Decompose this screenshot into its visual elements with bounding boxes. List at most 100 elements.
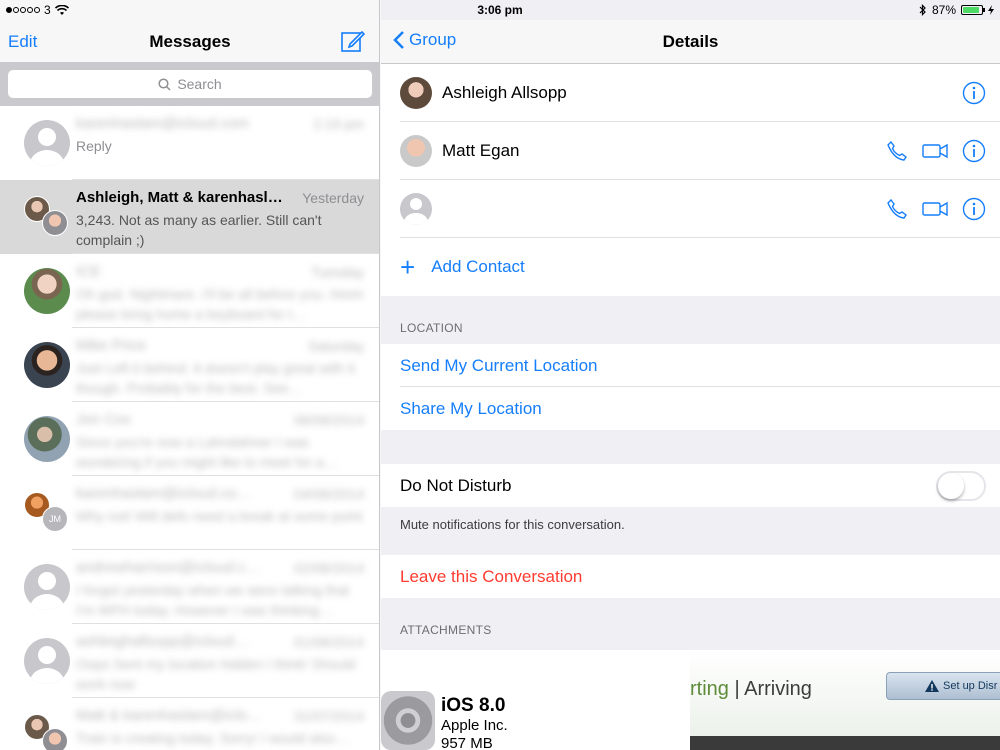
avatar [400, 135, 432, 167]
details-pane: Group Details Ashleigh Allsopp Matt Egan [381, 0, 1000, 750]
conversation-preview: Since you're now a Lahndahner I was wond… [76, 434, 338, 470]
avatar [24, 416, 70, 462]
info-icon[interactable] [962, 139, 986, 163]
add-contact-button[interactable]: Add Contact [431, 257, 525, 277]
participant-name: Matt Egan [442, 141, 520, 160]
conversation-time: Saturday [307, 338, 364, 354]
list-item[interactable]: JM karenhaslam@icloud.co… 04/08/2014 Why no… [0, 476, 379, 550]
phone-icon[interactable] [886, 140, 908, 162]
send-current-location-link[interactable]: Send My Current Location [400, 356, 598, 376]
list-item[interactable]: ashleighallsopp@icloud… 01/08/2014 Oops Se… [0, 624, 379, 698]
attachment-screenshot[interactable]: rting | Arriving Set up Disr [690, 650, 1000, 750]
messages-pane: Edit Messages Search karenhaslam@icloud.… [0, 0, 380, 750]
search-bar: Search [0, 62, 379, 106]
conversation-time: 02/08/2014 [293, 560, 364, 576]
avatar [24, 638, 70, 684]
details-title: Details [662, 32, 719, 51]
conversation-preview: Train is creating today. Sorry! I would … [76, 730, 350, 746]
attachments-strip: iOS 8.0 Apple Inc. 957 MB rting | Arrivi… [381, 650, 1000, 750]
list-item[interactable]: Jon Cox 06/08/2014 Since you're now a Lahn… [0, 402, 379, 476]
warning-icon [925, 680, 939, 692]
participant-name: Ashleigh Allsopp [442, 83, 567, 102]
settings-gear-icon [381, 691, 435, 750]
share-location-link[interactable]: Share My Location [400, 399, 542, 419]
participant-row[interactable] [381, 180, 1000, 238]
list-item[interactable]: Mike Price Saturday Just Left it behind. I… [0, 328, 379, 402]
conversation-preview: Oops Sent my location hidden I think! Sh… [76, 656, 356, 692]
avatar [24, 120, 70, 166]
conversation-time: 2:19 pm [313, 116, 364, 132]
send-location-row[interactable]: Send My Current Location [381, 344, 1000, 387]
conversation-name: karenhaslam@icloud.com [76, 115, 249, 132]
dnd-note: Mute notifications for this conversation… [400, 517, 625, 532]
conversation-time: 31/07/2014 [293, 708, 364, 724]
conversation-time: 01/08/2014 [293, 634, 364, 650]
search-input[interactable]: Search [8, 70, 372, 98]
setup-button-preview: Set up Disr [886, 672, 1000, 700]
avatar [400, 77, 432, 109]
list-item[interactable]: Ashleigh, Matt & karenhasl… Yesterday 3,24… [0, 180, 379, 254]
conversation-name: Jon Cox [76, 411, 132, 428]
attachments-section-label: ATTACHMENTS [400, 623, 492, 637]
list-item[interactable]: karenhaslam@icloud.com 2:19 pm Reply [0, 106, 379, 180]
attachment-title: iOS 8.0 [441, 695, 506, 716]
avatar [400, 193, 432, 225]
facetime-video-icon[interactable] [922, 201, 948, 217]
conversation-preview: Why not! Will defo need a break at some … [76, 508, 363, 524]
leave-group: Leave this Conversation [381, 555, 1000, 598]
phone-icon[interactable] [886, 198, 908, 220]
conversation-name: ashleighallsopp@icloud… [76, 633, 249, 650]
conversation-time: Yesterday [302, 190, 364, 206]
conversation-name: karenhaslam@icloud.co… [76, 485, 252, 502]
conversation-preview: 3,243. Not as many as earlier. Still can… [76, 212, 322, 248]
plus-icon: + [400, 252, 416, 282]
bluetooth-icon [919, 4, 926, 16]
conversation-preview: Just Left it behind. It doesn't play gre… [76, 360, 355, 396]
list-item[interactable]: ICE Tuesday Oh god. Nightmare. I'll be all… [0, 254, 379, 328]
participants-group: Ashleigh Allsopp Matt Egan + Add Contact [381, 64, 1000, 296]
charging-icon [988, 5, 994, 15]
info-icon[interactable] [962, 81, 986, 105]
group-avatar: JM [24, 492, 70, 538]
list-item[interactable]: Matt & karenhaslam@iclo… 31/07/2014 Train … [0, 698, 379, 750]
conversation-time: 04/08/2014 [293, 486, 364, 502]
location-group: Send My Current Location Share My Locati… [381, 344, 1000, 430]
list-item[interactable]: andrewharrison@icloud.c… 02/08/2014 I forg… [0, 550, 379, 624]
attachment-screenshot-text: rting | Arriving [690, 678, 812, 700]
avatar [24, 342, 70, 388]
status-bar: 3 3:06 pm 87% [0, 0, 1000, 20]
participant-row[interactable]: Ashleigh Allsopp [381, 64, 1000, 122]
conversation-preview: Oh god. Nightmare. I'll be all before yo… [76, 286, 364, 322]
dnd-label: Do Not Disturb [400, 475, 512, 495]
group-avatar [24, 196, 70, 242]
details-content: Ashleigh Allsopp Matt Egan + Add Contact… [381, 64, 1000, 646]
details-nav-bar: Group Details [381, 20, 1000, 64]
conversation-name: ICE [76, 263, 102, 280]
search-icon [158, 77, 171, 91]
messages-nav-bar: Edit Messages [0, 20, 379, 64]
leave-conversation-button[interactable]: Leave this Conversation [400, 567, 582, 587]
status-right: 87% [919, 3, 994, 17]
dnd-toggle[interactable] [936, 471, 986, 501]
dnd-group: Do Not Disturb [381, 464, 1000, 507]
add-contact-row[interactable]: + Add Contact [381, 238, 1000, 296]
attachment-publisher: Apple Inc. [441, 717, 508, 734]
conversation-name: Mike Price [76, 337, 147, 354]
leave-conversation-row[interactable]: Leave this Conversation [381, 555, 1000, 598]
avatar [24, 268, 70, 314]
conversation-preview: I forgot yesterday when we were talking … [76, 582, 350, 618]
participant-row[interactable]: Matt Egan [381, 122, 1000, 180]
avatar [24, 564, 70, 610]
group-avatar [24, 714, 70, 750]
conversation-preview: Reply [76, 138, 112, 154]
conversation-list: karenhaslam@icloud.com 2:19 pm Reply Ashlei… [0, 106, 379, 750]
share-location-row[interactable]: Share My Location [381, 387, 1000, 430]
attachment-app[interactable]: iOS 8.0 Apple Inc. 957 MB [381, 683, 689, 750]
facetime-video-icon[interactable] [922, 143, 948, 159]
search-placeholder: Search [177, 76, 222, 92]
compose-icon[interactable] [340, 28, 366, 54]
status-time: 3:06 pm [477, 3, 523, 17]
screenshot-footer [690, 736, 1000, 750]
info-icon[interactable] [962, 197, 986, 221]
